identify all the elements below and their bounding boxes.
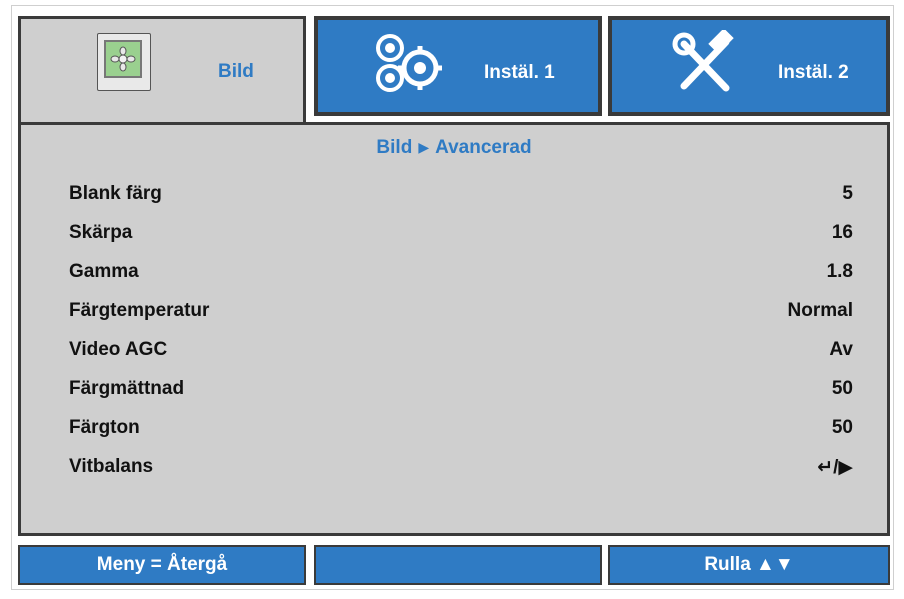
tab-instal-1[interactable]: Instäl. 1	[314, 16, 602, 116]
setting-row-skarpa[interactable]: Skärpa 16	[69, 214, 853, 253]
tab-instal-2-label: Instäl. 2	[778, 62, 849, 83]
setting-value: 1.8	[826, 261, 853, 282]
footer-scroll-label: Rulla ▲▼	[704, 554, 794, 575]
breadcrumb: Bild ▶ Avancerad	[21, 137, 887, 159]
footer-middle	[314, 545, 602, 585]
tab-instal-1-label: Instäl. 1	[484, 62, 555, 83]
setting-row-video-agc[interactable]: Video AGC Av	[69, 331, 853, 370]
setting-value: 50	[831, 378, 853, 399]
setting-label: Färgmättnad	[69, 378, 185, 399]
tab-bild-label: Bild	[218, 61, 254, 82]
setting-label: Färgtemperatur	[69, 300, 210, 321]
setting-value: Normal	[787, 300, 853, 321]
footer-menu-back-label: Meny = Återgå	[96, 554, 228, 575]
setting-row-gamma[interactable]: Gamma 1.8	[69, 253, 853, 292]
setting-label: Vitbalans	[69, 456, 154, 477]
setting-value: 5	[842, 183, 853, 204]
tab-bild[interactable]: Bild	[18, 16, 306, 132]
enter-submenu-icon: ↵/▶	[817, 457, 853, 478]
setting-row-fargton[interactable]: Färgton 50	[69, 409, 853, 448]
setting-value: Av	[829, 339, 853, 360]
gears-icon	[376, 34, 442, 92]
settings-panel: Bild ▶ Avancerad Blank färg 5 Skärpa 16 Ga…	[18, 122, 890, 536]
breadcrumb-arrow-icon: ▶	[418, 139, 430, 155]
picture-icon	[97, 33, 151, 91]
setting-row-fargtemperatur[interactable]: Färgtemperatur Normal	[69, 292, 853, 331]
setting-label: Blank färg	[69, 183, 162, 204]
tab-instal-2[interactable]: Instäl. 2	[608, 16, 890, 116]
setting-label: Färgton	[69, 417, 140, 438]
setting-label: Skärpa	[69, 222, 133, 243]
setting-label: Video AGC	[69, 339, 168, 360]
setting-row-blank-farg[interactable]: Blank färg 5	[69, 175, 853, 214]
breadcrumb-parent[interactable]: Bild	[376, 137, 412, 158]
footer-menu-back: Meny = Återgå	[18, 545, 306, 585]
settings-list: Blank färg 5 Skärpa 16 Gamma 1.8 Färgtem…	[69, 175, 853, 487]
setting-row-fargmattnad[interactable]: Färgmättnad 50	[69, 370, 853, 409]
setting-value: 50	[831, 417, 853, 438]
setting-value: 16	[831, 222, 853, 243]
breadcrumb-current: Avancerad	[435, 137, 532, 158]
tools-icon	[672, 30, 734, 92]
footer-scroll: Rulla ▲▼	[608, 545, 890, 585]
setting-row-vitbalans[interactable]: Vitbalans ↵/▶	[69, 448, 853, 487]
setting-label: Gamma	[69, 261, 139, 282]
